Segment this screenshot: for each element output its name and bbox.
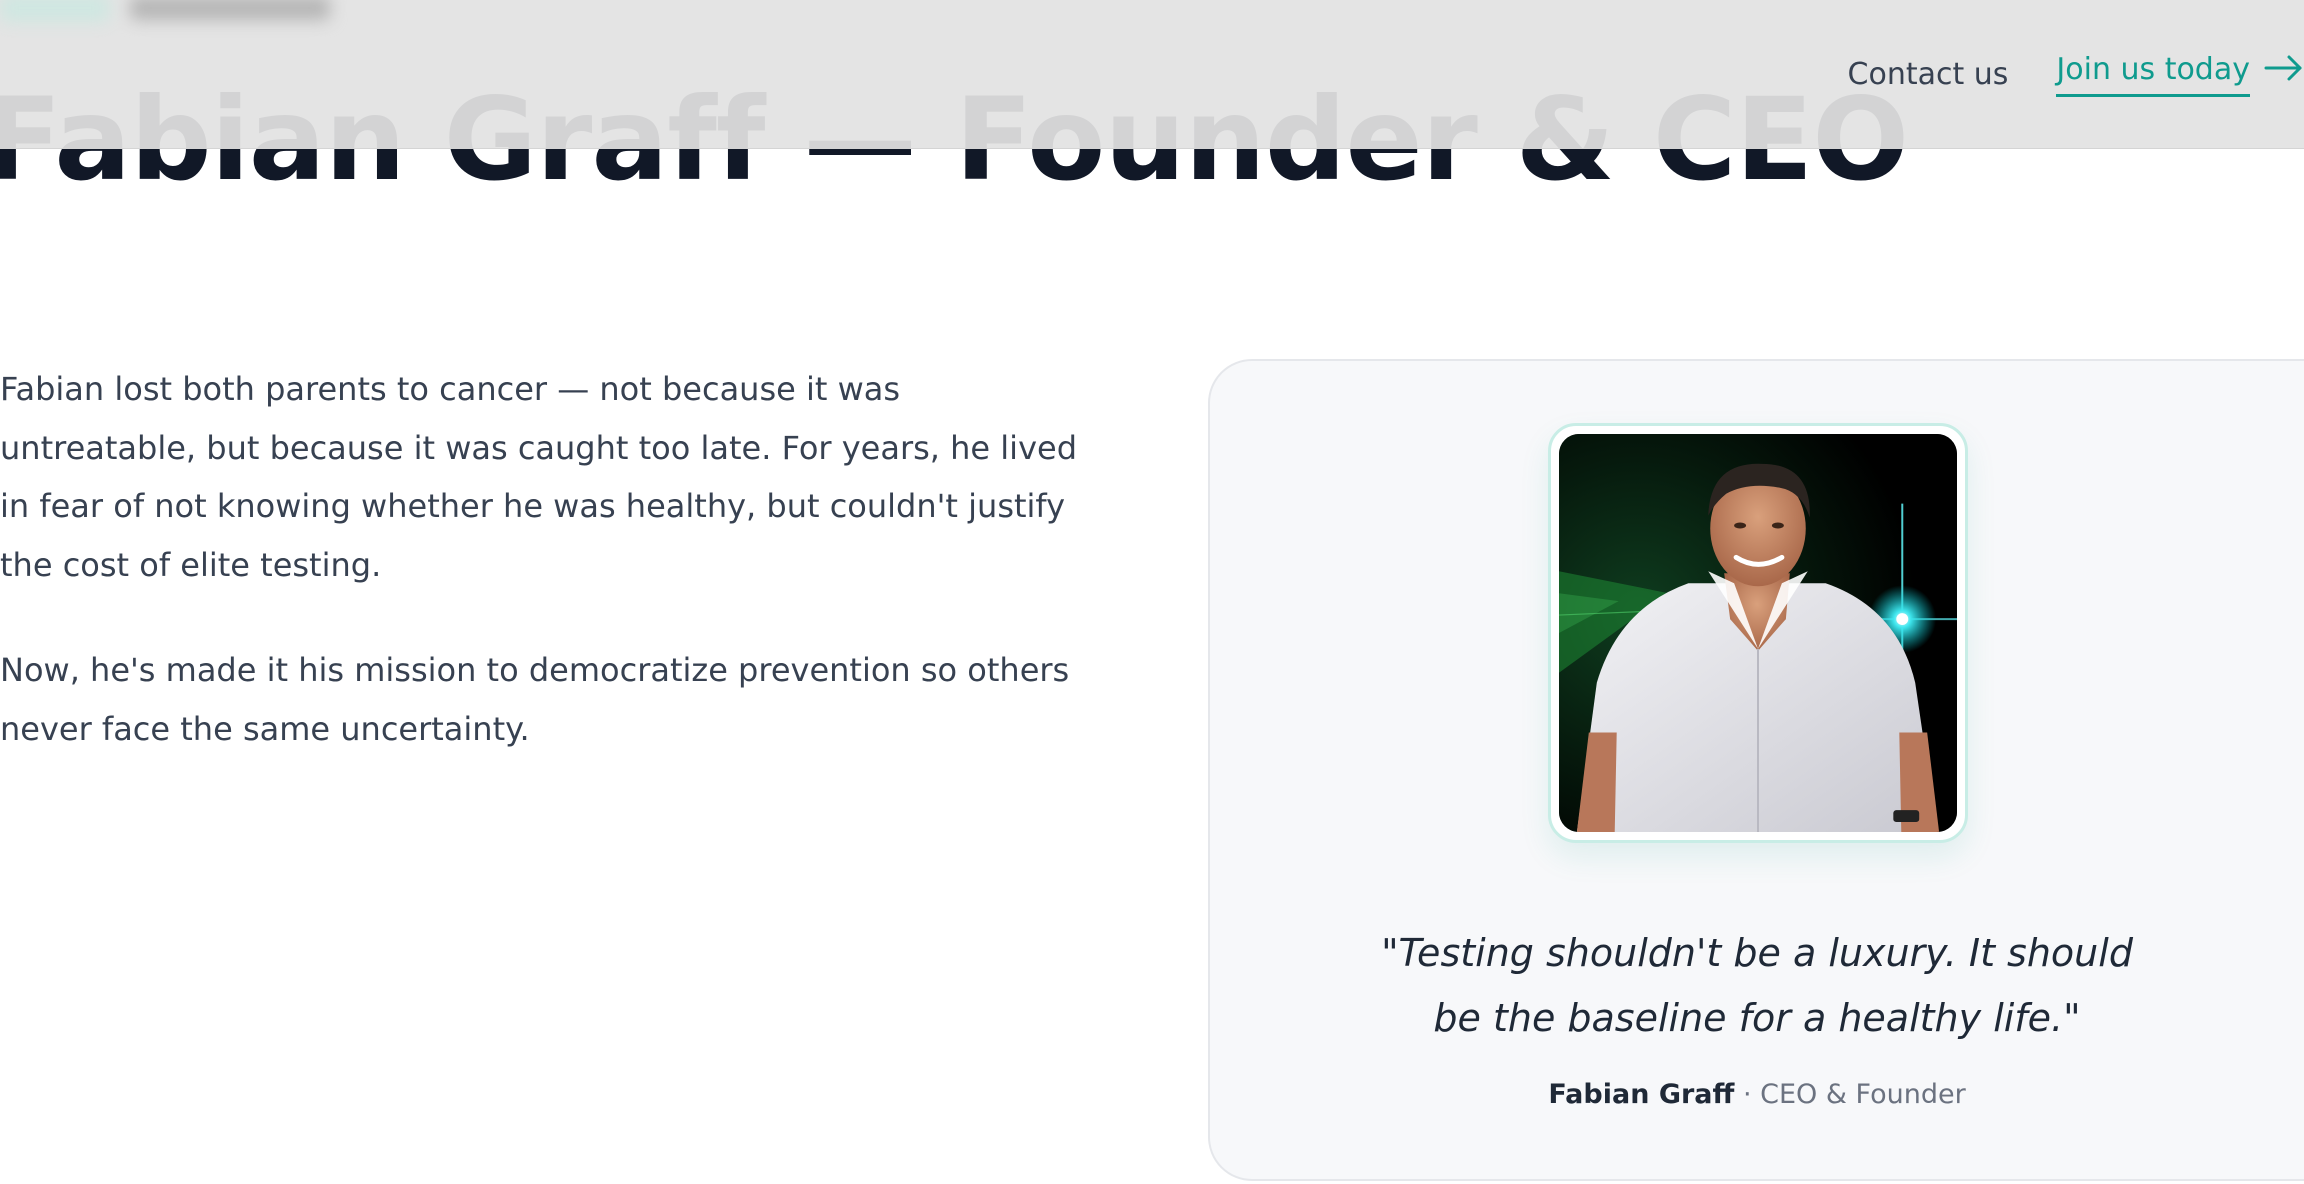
founder-story: Fabian lost both parents to cancer — not… xyxy=(0,360,1090,758)
main-nav: Contact us Join us today xyxy=(1848,46,2304,102)
arrow-right-icon xyxy=(2264,53,2304,88)
logo[interactable] xyxy=(0,0,330,28)
attribution-separator: · xyxy=(1734,1079,1761,1110)
founder-card: "Testing shouldn't be a luxury. It shoul… xyxy=(1208,359,2304,1181)
founder-attribution: Fabian Graff · CEO & Founder xyxy=(1210,1079,2304,1110)
founder-name: Fabian Graff xyxy=(1548,1079,1735,1110)
contact-us-link[interactable]: Contact us xyxy=(1848,57,2009,92)
founder-portrait-frame xyxy=(1548,423,1968,843)
logo-mark-icon xyxy=(0,0,110,22)
story-paragraph: Fabian lost both parents to cancer — not… xyxy=(0,370,1077,584)
join-us-link[interactable]: Join us today xyxy=(2056,52,2304,97)
founder-portrait xyxy=(1559,434,1957,832)
founder-role: CEO & Founder xyxy=(1760,1079,1966,1110)
page: Fabian Graff — Founder & CEO Contact us … xyxy=(0,0,2304,1184)
join-us-label: Join us today xyxy=(2056,52,2250,97)
site-header: Contact us Join us today xyxy=(0,0,2304,149)
story-paragraph: Now, he's made it his mission to democra… xyxy=(0,651,1070,748)
founder-quote: "Testing shouldn't be a luxury. It shoul… xyxy=(1381,931,2133,1040)
logo-wordmark xyxy=(130,0,330,20)
